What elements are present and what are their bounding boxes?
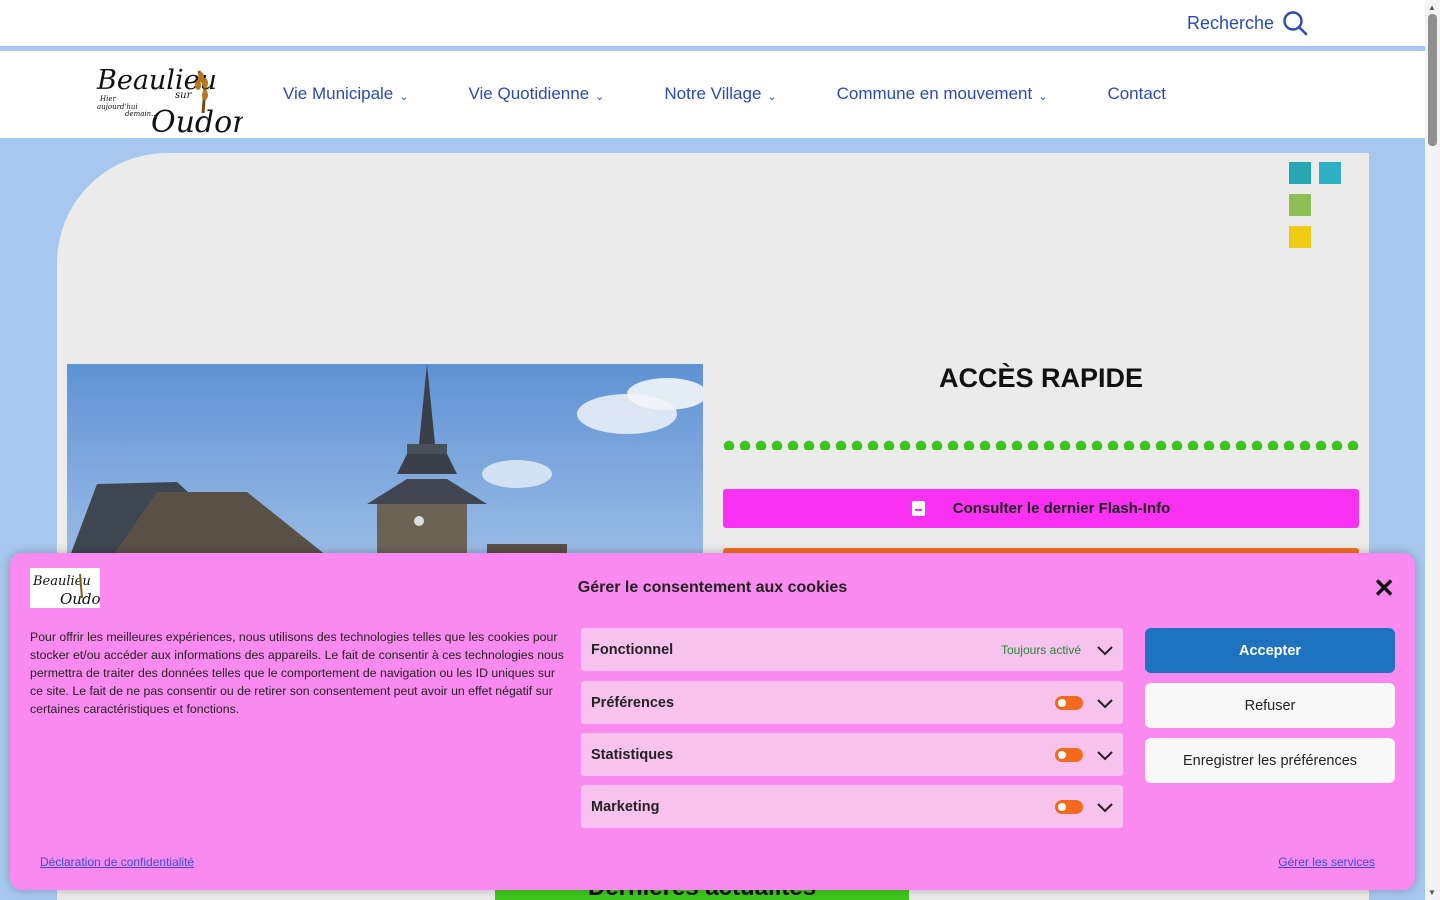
nav-item-label: Notre Village	[664, 84, 762, 103]
main-navigation: Beaulieu sur Hier aujourd'hui demain... …	[0, 51, 1425, 140]
category-label: Fonctionnel	[591, 641, 674, 658]
document-icon	[911, 501, 925, 516]
logo-text-oudon: Oudon	[151, 105, 243, 135]
nav-item-vie-municipale[interactable]: Vie Municipale ⌄	[283, 84, 408, 104]
site-logo[interactable]: Beaulieu sur Hier aujourd'hui demain... …	[95, 53, 252, 140]
top-bar: Recherche	[0, 0, 1425, 46]
scroll-up-icon[interactable]: ▲	[1428, 3, 1436, 12]
nav-menu: Vie Municipale ⌄ Vie Quotidienne ⌄ Notre V…	[283, 84, 1226, 104]
scroll-down-icon[interactable]: ▼	[1428, 888, 1436, 897]
search-label: Recherche	[1186, 12, 1274, 33]
close-icon[interactable]: ✕	[1373, 575, 1395, 601]
category-label: Statistiques	[591, 746, 674, 763]
green-square	[1289, 194, 1311, 216]
nav-item-label: Contact	[1107, 84, 1167, 103]
nav-item-notre-village[interactable]: Notre Village ⌄	[664, 84, 776, 104]
flash-info-button[interactable]: Consulter le dernier Flash-Info	[723, 489, 1359, 528]
yellow-square	[1289, 226, 1311, 248]
nav-item-label: Vie Quotidienne	[468, 84, 590, 103]
quick-access-title: ACCÈS RAPIDE	[938, 363, 1144, 393]
nav-item-label: Vie Municipale	[283, 84, 394, 103]
always-active-status: Toujours activé	[1000, 642, 1081, 657]
cookie-description: Pour offrir les meilleures expériences, …	[30, 630, 564, 716]
flash-info-label: Consulter le dernier Flash-Info	[952, 500, 1171, 517]
cookie-modal-title: Gérer le consentement aux cookies	[577, 579, 848, 596]
save-preferences-button[interactable]: Enregistrer les préférences	[1145, 738, 1395, 783]
chevron-down-icon[interactable]	[1095, 693, 1115, 713]
chevron-down-icon: ⌄	[399, 90, 409, 103]
page-scrollbar[interactable]: ▲ ▼	[1425, 0, 1440, 900]
cookie-category-preferences[interactable]: Préférences	[581, 681, 1123, 724]
cookie-consent-modal: Beaulieu Oudon Gérer le consentement aux…	[10, 553, 1415, 890]
scrollbar-thumb[interactable]	[1428, 14, 1437, 146]
search-button[interactable]: Recherche	[1187, 10, 1308, 36]
teal-square	[1289, 162, 1311, 184]
cookie-category-fonctionnel[interactable]: Fonctionnel Toujours activé	[581, 628, 1123, 671]
chevron-down-icon: ⌄	[767, 90, 777, 103]
nav-item-vie-quotidienne[interactable]: Vie Quotidienne ⌄	[468, 84, 604, 104]
preferences-toggle[interactable]	[1055, 695, 1083, 710]
nav-item-contact[interactable]: Contact	[1107, 84, 1166, 104]
logo-tagline-1: Hier	[99, 95, 116, 103]
privacy-statement-link[interactable]: Déclaration de confidentialité	[40, 855, 194, 869]
teal-square	[1319, 162, 1341, 184]
cookie-category-marketing[interactable]: Marketing	[581, 785, 1123, 828]
manage-services-link[interactable]: Gérer les services	[1278, 855, 1375, 869]
chevron-down-icon: ⌄	[595, 90, 605, 103]
church-photo	[67, 364, 703, 564]
chevron-down-icon[interactable]	[1095, 745, 1115, 765]
chevron-down-icon: ⌄	[1038, 90, 1048, 103]
logo-text-sur: sur	[175, 90, 193, 101]
category-label: Marketing	[591, 798, 660, 815]
nav-item-label: Commune en mouvement	[836, 84, 1033, 103]
cookie-category-statistiques[interactable]: Statistiques	[581, 733, 1123, 776]
chevron-down-icon[interactable]	[1095, 640, 1115, 660]
category-label: Préférences	[591, 694, 675, 711]
nav-item-commune-en-mouvement[interactable]: Commune en mouvement ⌄	[837, 84, 1048, 104]
marketing-toggle[interactable]	[1055, 799, 1083, 814]
accept-button[interactable]: Accepter	[1145, 628, 1395, 673]
statistics-toggle[interactable]	[1055, 747, 1083, 762]
chevron-down-icon[interactable]	[1095, 797, 1115, 817]
refuse-button[interactable]: Refuser	[1145, 683, 1395, 728]
quick-access: ACCÈS RAPIDE Consulter le dernier Flash-…	[723, 357, 1359, 568]
dotted-divider	[723, 440, 1359, 450]
search-icon	[1283, 11, 1308, 36]
